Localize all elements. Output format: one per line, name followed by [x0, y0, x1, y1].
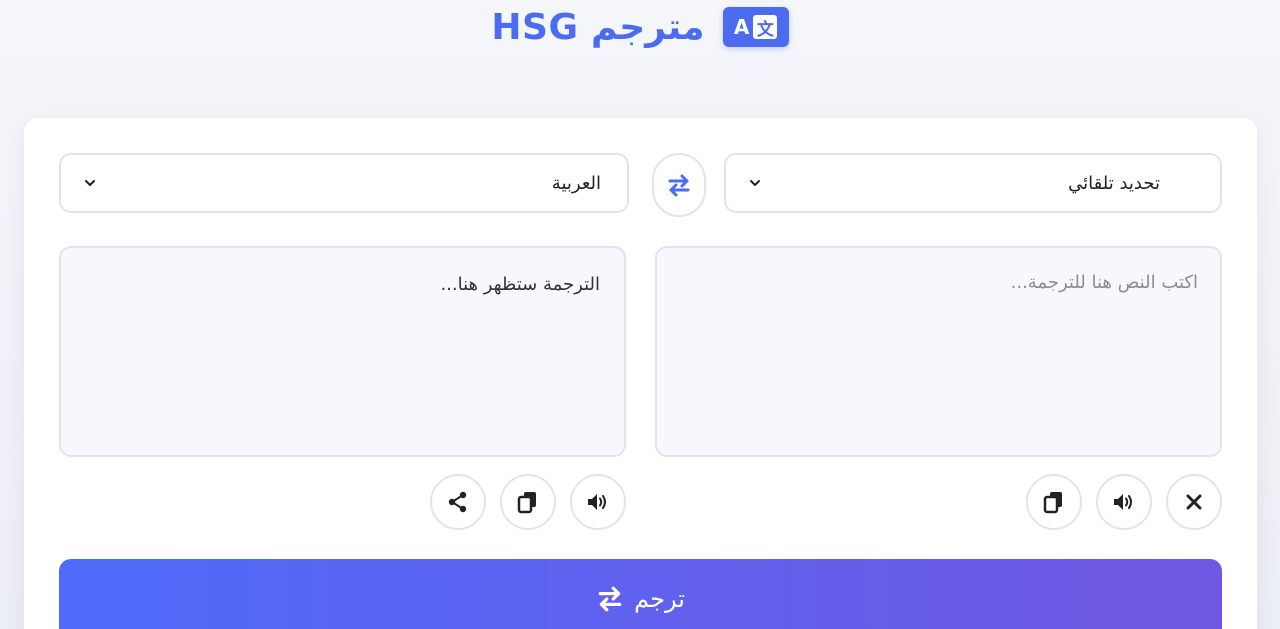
speak-source-button[interactable] [1096, 474, 1152, 530]
app-title: مترجم HSG [491, 6, 705, 48]
source-text-input[interactable] [679, 272, 1198, 431]
share-icon [448, 491, 467, 513]
app-header: مترجم HSG A 文 [0, 4, 1280, 50]
copy-source-button[interactable] [1026, 474, 1082, 530]
close-icon [1186, 494, 1202, 510]
speak-translation-button[interactable] [570, 474, 626, 530]
swap-arrows-icon [598, 586, 622, 612]
copy-translation-button[interactable] [500, 474, 556, 530]
target-language-select[interactable]: العربية [59, 153, 629, 213]
chevron-down-icon [85, 180, 95, 186]
swap-arrows-icon [668, 174, 690, 197]
share-button[interactable] [430, 474, 486, 530]
target-language-value: العربية [551, 172, 601, 194]
translate-button-label: ترجم [634, 585, 685, 613]
translate-icon: A 文 [722, 7, 789, 47]
translation-output-placeholder: الترجمة ستظهر هنا... [440, 274, 600, 295]
chevron-down-icon [750, 180, 760, 186]
copy-icon [517, 492, 536, 514]
translation-output: الترجمة ستظهر هنا... [59, 246, 626, 457]
speaker-icon [588, 494, 606, 510]
source-language-value: تحديد تلقائي [1068, 172, 1160, 194]
translate-button[interactable]: ترجم [59, 559, 1222, 629]
source-language-select[interactable]: تحديد تلقائي [724, 153, 1222, 213]
clear-text-button[interactable] [1166, 474, 1222, 530]
swap-languages-button[interactable] [652, 153, 706, 217]
copy-icon [1043, 492, 1062, 514]
speaker-icon [1114, 494, 1132, 510]
source-text-box[interactable] [655, 246, 1222, 457]
